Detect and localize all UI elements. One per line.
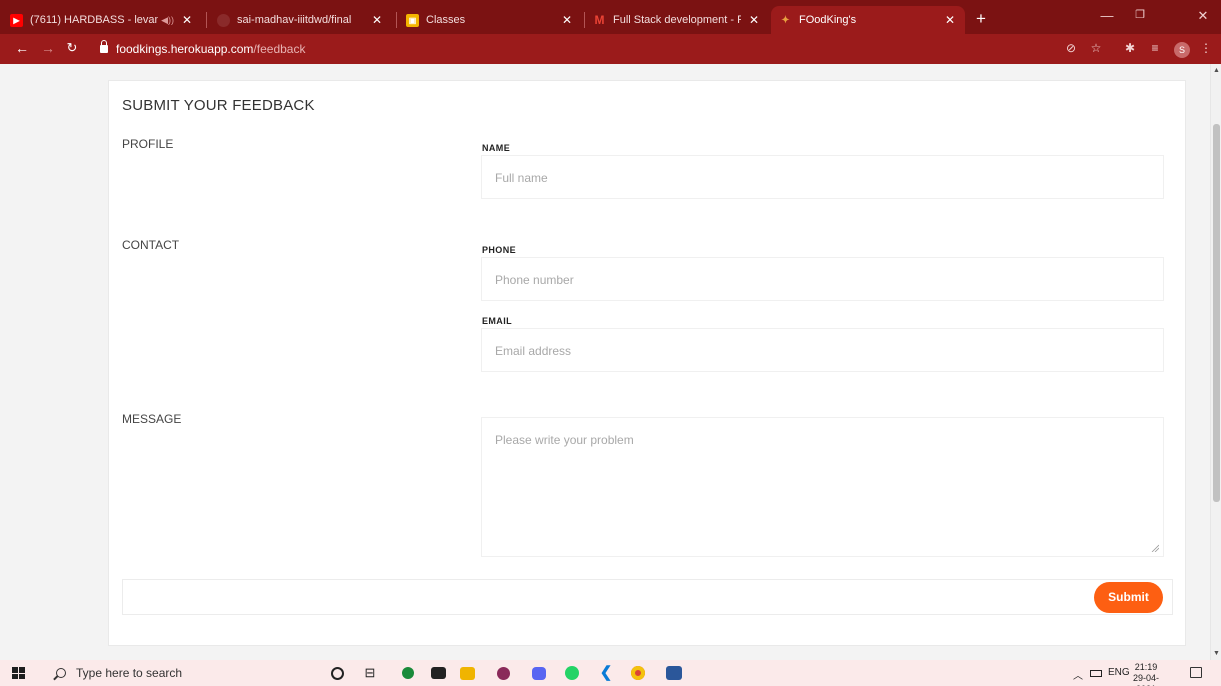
- tray-chevron-icon[interactable]: ︿: [1073, 667, 1083, 682]
- form-footer: [122, 579, 1173, 615]
- taskbar-search[interactable]: Type here to search: [38, 660, 278, 686]
- cortana-icon[interactable]: [331, 667, 344, 680]
- scroll-down-icon[interactable]: ▼: [1212, 650, 1221, 657]
- clock[interactable]: 21:19 29-04-2021: [1127, 662, 1165, 686]
- tab-youtube[interactable]: ▶ (7611) HARDBASS - levan Po ◀)) ✕: [2, 6, 202, 34]
- battery-icon[interactable]: [1090, 670, 1102, 677]
- tab-title: Full Stack development - Projects: [613, 14, 741, 26]
- close-icon[interactable]: ✕: [747, 13, 761, 27]
- notification-icon[interactable]: [1190, 667, 1202, 678]
- tab-title: FOodKing's: [799, 14, 857, 26]
- whatsapp-icon[interactable]: [565, 666, 579, 680]
- minimize-icon[interactable]: —: [1097, 8, 1117, 23]
- tracking-blocked-icon[interactable]: ⊘: [1063, 41, 1079, 55]
- tab-separator: [396, 12, 397, 28]
- site-icon: ✦: [781, 14, 790, 26]
- section-label-profile: PROFILE: [122, 137, 174, 151]
- new-tab-icon[interactable]: +: [973, 9, 989, 29]
- phone-input[interactable]: Phone number: [481, 257, 1164, 301]
- email-label: EMAIL: [482, 316, 512, 326]
- windows-taskbar: Type here to search ⊟ ❮ ︿ ENG 21:19 29-0…: [0, 660, 1221, 686]
- phone-label: PHONE: [482, 245, 517, 255]
- close-icon[interactable]: ✕: [560, 13, 574, 27]
- reload-icon[interactable]: ↻: [64, 40, 80, 56]
- menu-icon[interactable]: ⋮: [1198, 41, 1214, 55]
- browser-toolbar: ← → ↻ foodkings.herokuapp.com/feedback ⊘…: [0, 34, 1221, 64]
- tab-strip: ▶ (7611) HARDBASS - levan Po ◀)) ✕ sai-m…: [0, 0, 1221, 34]
- tab-gmail[interactable]: M Full Stack development - Projects ✕: [585, 6, 769, 34]
- terminal-icon[interactable]: [431, 667, 446, 679]
- youtube-icon: ▶: [10, 13, 23, 27]
- app-icon[interactable]: [497, 667, 510, 680]
- google-classroom-icon: ▣: [406, 13, 419, 27]
- page-title: SUBMIT YOUR FEEDBACK: [122, 97, 315, 114]
- url-path: /feedback: [253, 42, 306, 56]
- scroll-up-icon[interactable]: ▲: [1212, 67, 1221, 74]
- section-label-contact: CONTACT: [122, 238, 180, 252]
- bookmark-star-icon[interactable]: ☆: [1088, 41, 1104, 55]
- clock-date: 29-04-2021: [1132, 673, 1159, 686]
- discord-icon[interactable]: [532, 667, 546, 680]
- message-placeholder: Please write your problem: [495, 433, 634, 447]
- phone-placeholder: Phone number: [495, 273, 574, 287]
- section-label-message: MESSAGE: [122, 412, 182, 426]
- profile-avatar[interactable]: S: [1174, 42, 1190, 58]
- vpn-app-icon[interactable]: [402, 667, 414, 679]
- task-view-icon[interactable]: ⊟: [362, 665, 378, 681]
- tab-title: sai-madhav-iiitdwd/final: [237, 14, 352, 26]
- gmail-icon: M: [594, 13, 605, 27]
- github-icon: [217, 13, 230, 27]
- word-icon[interactable]: [666, 666, 682, 680]
- feedback-card: SUBMIT YOUR FEEDBACK PROFILE NAME Full n…: [108, 80, 1186, 646]
- name-label: NAME: [482, 143, 511, 153]
- browser-window: { "browser": { "tabs": [ {"title": "(761…: [0, 0, 1221, 686]
- tab-classes[interactable]: ▣ Classes ✕: [398, 6, 582, 34]
- message-textarea[interactable]: Please write your problem: [481, 417, 1164, 557]
- close-icon[interactable]: ✕: [180, 13, 194, 27]
- scroll-thumb[interactable]: [1213, 124, 1220, 502]
- name-input[interactable]: Full name: [481, 155, 1164, 199]
- clock-time: 21:19: [1134, 662, 1158, 672]
- lock-icon[interactable]: [100, 40, 108, 53]
- extensions-icon[interactable]: ✱: [1122, 41, 1138, 55]
- close-icon[interactable]: ✕: [370, 13, 384, 27]
- vscode-icon[interactable]: ❮: [598, 665, 614, 681]
- taskbar-search-placeholder: Type here to search: [76, 666, 183, 680]
- submit-button[interactable]: Submit: [1094, 582, 1163, 613]
- tab-foodkings[interactable]: ✦ FOodKing's ✕: [771, 6, 965, 34]
- tab-title: (7611) HARDBASS - levan Po: [30, 14, 159, 26]
- tab-separator: [206, 12, 207, 28]
- chrome-icon[interactable]: [631, 666, 645, 680]
- forward-icon[interactable]: →: [40, 40, 56, 56]
- close-icon[interactable]: ✕: [943, 13, 957, 27]
- tab-title: Classes: [426, 14, 466, 26]
- address-bar[interactable]: foodkings.herokuapp.com/feedback: [88, 38, 1050, 60]
- back-icon[interactable]: ←: [14, 40, 30, 56]
- email-placeholder: Email address: [495, 344, 572, 358]
- name-placeholder: Full name: [495, 171, 548, 185]
- tab-github[interactable]: sai-madhav-iiitdwd/final ✕: [209, 6, 392, 34]
- maximize-icon[interactable]: ❐: [1130, 8, 1150, 21]
- url-host: foodkings.herokuapp.com: [116, 42, 254, 56]
- email-input[interactable]: Email address: [481, 328, 1164, 372]
- audio-icon[interactable]: ◀)): [161, 15, 174, 26]
- reading-list-icon[interactable]: ≡: [1147, 41, 1163, 55]
- window-close-icon[interactable]: ✕: [1193, 8, 1213, 24]
- resize-grip-icon[interactable]: [1151, 544, 1159, 552]
- page-viewport: SUBMIT YOUR FEEDBACK PROFILE NAME Full n…: [0, 64, 1210, 660]
- search-icon: [56, 668, 66, 678]
- file-explorer-icon[interactable]: [460, 667, 475, 680]
- page-scrollbar[interactable]: ▲ ▼: [1210, 64, 1221, 660]
- windows-start-icon[interactable]: [12, 667, 25, 679]
